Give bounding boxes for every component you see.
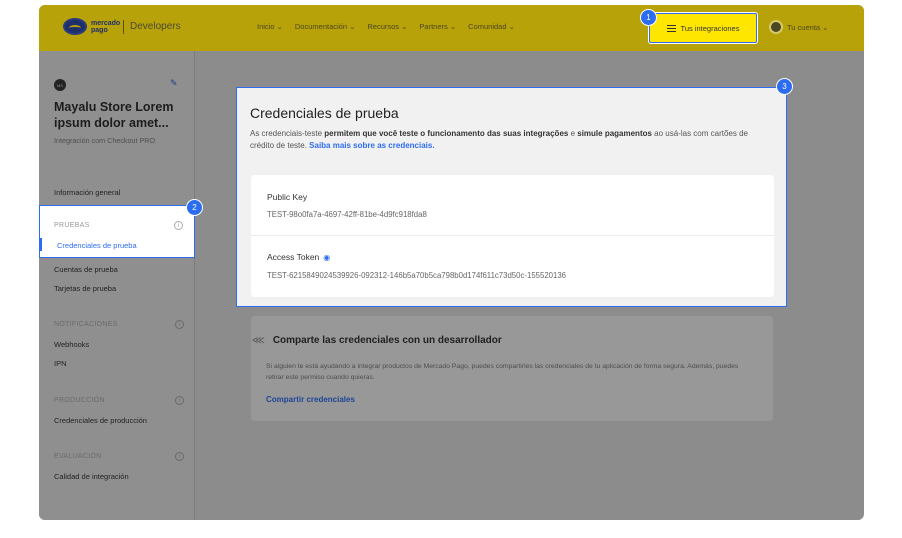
section-notificaciones: NOTIFICACIONES bbox=[54, 321, 118, 328]
share-title-text: Comparte las credenciales con un desarro… bbox=[272, 335, 502, 346]
nav-comunidad[interactable]: Comunidad ⌄ bbox=[468, 22, 515, 31]
section-produccion: PRODUCCIÓN bbox=[54, 397, 105, 404]
share-credentials-link[interactable]: Compartir credenciales bbox=[266, 395, 355, 404]
section-evaluacion: EVALUACIÓN bbox=[54, 453, 102, 460]
info-icon[interactable]: i bbox=[175, 320, 184, 329]
handshake-logo-icon bbox=[63, 18, 87, 35]
account-menu[interactable]: Tu cuenta ⌄ bbox=[769, 20, 828, 34]
credentials-card: Public Key TEST-98o0fa7a-4697-42ff-81be-… bbox=[251, 175, 774, 297]
nav-inicio[interactable]: Inicio ⌄ bbox=[257, 22, 283, 31]
learn-more-link[interactable]: Saiba mais sobre as credenciais. bbox=[309, 141, 434, 150]
access-token-value[interactable]: TEST-6215849024539926-092312-146b5a70b5c… bbox=[267, 271, 566, 280]
public-key-label: Public Key bbox=[267, 192, 308, 202]
tus-integraciones-label: Tus integraciones bbox=[680, 23, 740, 33]
sidebar-item-webhooks[interactable]: Webhooks bbox=[54, 340, 89, 349]
panel-description: As credenciais-teste permitem que você t… bbox=[250, 128, 770, 152]
pruebas-section-highlight: PRUEBAS i Credenciales de prueba bbox=[39, 205, 195, 258]
info-icon[interactable]: i bbox=[175, 452, 184, 461]
account-label: Tu cuenta ⌄ bbox=[787, 22, 829, 32]
main-nav: Inicio ⌄ Documentación ⌄ Recursos ⌄ Part… bbox=[257, 22, 515, 31]
info-icon[interactable]: i bbox=[175, 396, 184, 405]
mercado-pago-logo[interactable]: mercado pago Developers bbox=[63, 18, 181, 35]
sidebar-item-ipn[interactable]: IPN bbox=[54, 359, 67, 368]
logo-text: mercado pago bbox=[91, 19, 121, 34]
nav-recursos[interactable]: Recursos ⌄ bbox=[367, 22, 407, 31]
sidebar-item-credenciales-produccion[interactable]: Credenciales de producción bbox=[54, 416, 147, 425]
step-badge-3: 3 bbox=[776, 78, 793, 95]
desc-bold: permitem que você teste o funcionamento … bbox=[324, 129, 569, 138]
developers-label: Developers bbox=[130, 21, 181, 32]
access-token-label: Access Token ◉ bbox=[267, 252, 330, 262]
sidebar-item-general[interactable]: Información general bbox=[54, 188, 120, 197]
app-avatar: MS bbox=[54, 79, 66, 91]
share-title: ⋘ Comparte las credenciales con un desar… bbox=[252, 335, 502, 346]
desc-bold: simule pagamentos bbox=[577, 129, 652, 138]
step-badge-2: 2 bbox=[186, 199, 203, 216]
sidebar: MS ✎ Mayalu Store Lorem ipsum dolor amet… bbox=[39, 51, 195, 520]
sidebar-item-cuentas-prueba[interactable]: Cuentas de prueba bbox=[54, 265, 118, 274]
sidebar-item-calidad[interactable]: Calidad de integración bbox=[54, 472, 129, 481]
info-icon[interactable]: i bbox=[174, 221, 183, 230]
nav-documentacion[interactable]: Documentación ⌄ bbox=[295, 22, 355, 31]
active-indicator bbox=[40, 238, 42, 251]
nav-partners[interactable]: Partners ⌄ bbox=[419, 22, 456, 31]
desc-text: As credenciais-teste bbox=[250, 129, 325, 138]
sidebar-item-credenciales-prueba[interactable]: Credenciales de prueba bbox=[57, 241, 137, 250]
public-key-value[interactable]: TEST-98o0fa7a-4697-42ff-81be-4d9fc918fda… bbox=[267, 210, 427, 219]
app-subtitle: Integración com Checkout PRO bbox=[54, 136, 156, 145]
access-token-label-text: Access Token bbox=[267, 252, 320, 262]
desc-text: e bbox=[568, 129, 578, 138]
app-name: Mayalu Store Lorem ipsum dolor amet... bbox=[54, 100, 174, 130]
list-icon bbox=[666, 24, 676, 32]
account-avatar-icon bbox=[769, 20, 783, 34]
public-key-row: Public Key TEST-98o0fa7a-4697-42ff-81be-… bbox=[251, 175, 774, 236]
step-badge-1: 1 bbox=[640, 9, 657, 26]
credenciales-prueba-panel: Credenciales de prueba As credenciais-te… bbox=[236, 87, 787, 307]
tus-integraciones-button[interactable]: Tus integraciones bbox=[649, 13, 757, 43]
eye-icon[interactable]: ◉ bbox=[323, 253, 330, 262]
panel-title: Credenciales de prueba bbox=[250, 105, 399, 121]
share-description: Si alguien te está ayudando a integrar p… bbox=[266, 363, 739, 381]
sidebar-item-tarjetas-prueba[interactable]: Tarjetas de prueba bbox=[54, 284, 116, 293]
share-icon: ⋘ bbox=[252, 335, 265, 345]
section-pruebas: PRUEBAS bbox=[54, 222, 90, 229]
logo-divider bbox=[123, 19, 124, 34]
edit-pencil-icon[interactable]: ✎ bbox=[170, 78, 178, 89]
